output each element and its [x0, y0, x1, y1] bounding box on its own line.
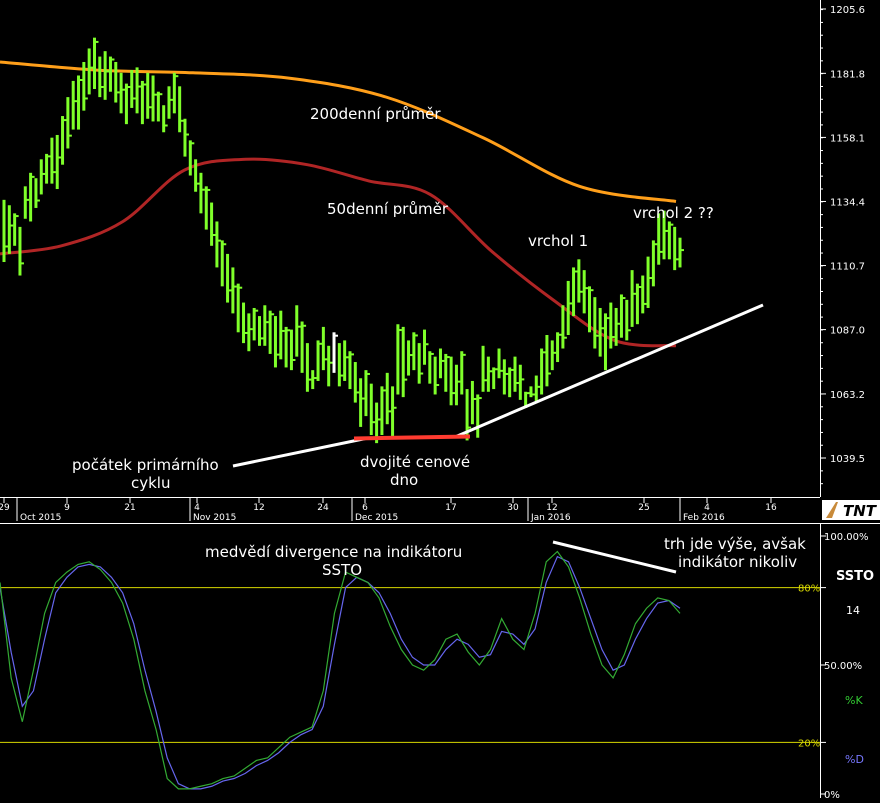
start-cycle-label-1: počátek primárního: [72, 456, 219, 474]
month-label: Oct 2015: [20, 513, 61, 523]
month-label: Feb 2016: [683, 513, 725, 523]
ind-tick-label: 50.00%: [824, 661, 862, 672]
market-label-1: trh jde výše, avšak: [664, 535, 806, 553]
chart-svg: 1205.6 1181.8 1158.1 1134.4 1110.7 1087.0 1063…: [0, 0, 880, 801]
ind-tick-label: 20%: [798, 738, 820, 749]
date-tick-label: 21: [124, 503, 135, 513]
logo-text: TNT: [843, 502, 878, 520]
month-label: Jan 2016: [530, 513, 571, 523]
double-bottom-label-1: dvojité cenové: [360, 453, 470, 471]
price-tick-label: 1158.1: [830, 133, 865, 144]
chart-root: 1205.6 1181.8 1158.1 1134.4 1110.7 1087.0 1063…: [0, 0, 880, 801]
price-tick-label: 1063.2: [830, 390, 865, 401]
ind-tick-label: 100.00%: [824, 532, 869, 543]
double-bottom-line: [353, 434, 471, 441]
start-cycle-label-2: cyklu: [131, 474, 171, 492]
d-legend: %D: [845, 753, 864, 766]
date-tick-label: 4: [704, 503, 710, 513]
month-label: Nov 2015: [193, 513, 236, 523]
price-tick-label: 1181.8: [830, 69, 865, 80]
price-tick-label: 1134.4: [830, 197, 865, 208]
date-tick-label: 16: [765, 503, 777, 513]
indicator-title: SSTO: [836, 569, 874, 584]
peak2-label: vrchol 2 ??: [633, 204, 714, 222]
ind-tick-label: 0%: [824, 790, 840, 798]
date-tick-label: 12: [546, 503, 557, 513]
date-tick-label: 29: [0, 503, 10, 513]
price-tick-label: 1110.7: [830, 262, 865, 273]
date-tick-label: 25: [638, 503, 649, 513]
price-tick-label: 1205.6: [830, 5, 865, 16]
ma200-label: 200denní průměr: [310, 105, 441, 123]
divergence-label-1: medvědí divergence na indikátoru: [205, 543, 462, 561]
tnt-logo: TNT: [822, 500, 880, 520]
date-tick-label: 30: [507, 503, 519, 513]
ssto-k-line: [0, 550, 681, 790]
market-label-2: indikátor nikoliv: [678, 553, 797, 571]
divergence-label-2: SSTO: [322, 561, 362, 579]
date-tick-label: 24: [317, 503, 329, 513]
k-legend: %K: [845, 694, 863, 707]
month-label: Dec 2015: [355, 513, 398, 523]
double-bottom-label-2: dno: [390, 471, 418, 489]
peak1-label: vrchol 1: [528, 232, 588, 250]
date-tick-label: 6: [362, 503, 368, 513]
ma50-label: 50denní průměr: [327, 200, 449, 218]
date-tick-label: 9: [64, 503, 70, 513]
price-panel: [0, 0, 820, 497]
date-tick-label: 17: [445, 503, 456, 513]
price-tick-label: 1039.5: [830, 454, 865, 465]
date-tick-label: 12: [253, 503, 264, 513]
date-tick-label: 4: [194, 503, 200, 513]
ind-tick-label: 80%: [798, 584, 820, 595]
indicator-period: 14: [846, 604, 860, 617]
price-tick-label: 1087.0: [830, 326, 865, 337]
